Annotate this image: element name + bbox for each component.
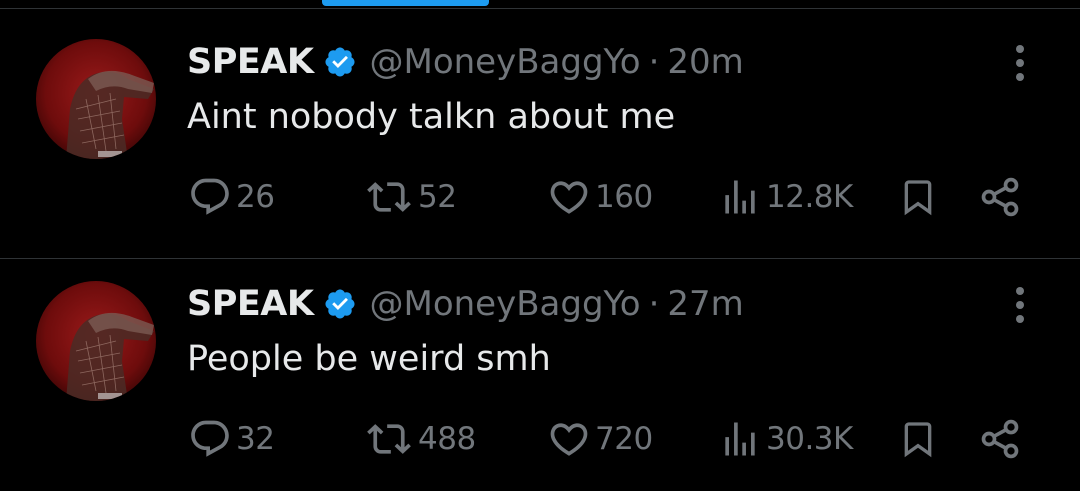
retweet-count: 488 [418, 421, 476, 457]
timestamp[interactable]: 27m [667, 284, 743, 324]
like-icon [550, 181, 588, 214]
tweet-text: People be weird smh [187, 339, 551, 379]
separator: · [648, 284, 660, 324]
tweet-text: Aint nobody talkn about me [187, 97, 676, 137]
verified-badge-icon [323, 287, 357, 321]
views-button[interactable]: 12.8K [718, 175, 853, 219]
reply-count: 26 [236, 179, 275, 215]
like-icon [550, 423, 588, 456]
retweet-button[interactable]: 52 [364, 175, 457, 219]
like-count: 720 [595, 421, 653, 457]
verified-badge-icon [323, 45, 357, 79]
reply-button[interactable]: 26 [188, 175, 275, 219]
share-button[interactable] [978, 175, 1022, 219]
reply-count: 32 [236, 421, 275, 457]
bookmark-button[interactable] [898, 417, 938, 461]
views-icon [725, 422, 755, 456]
like-button[interactable]: 160 [547, 175, 653, 219]
bookmark-button[interactable] [898, 175, 938, 219]
avatar[interactable] [36, 281, 156, 401]
separator: · [648, 42, 660, 82]
active-tab-indicator [322, 0, 489, 6]
share-icon [981, 419, 1019, 459]
handle[interactable]: @MoneyBaggYo [369, 42, 640, 82]
timestamp[interactable]: 20m [667, 42, 743, 82]
views-button[interactable]: 30.3K [718, 417, 853, 461]
view-count: 12.8K [766, 179, 853, 215]
tweet-header: SPEAK @MoneyBaggYo · 20m [187, 39, 744, 85]
bookmark-icon [904, 180, 932, 216]
reply-icon [191, 178, 229, 215]
share-button[interactable] [978, 417, 1022, 461]
retweet-icon [367, 424, 411, 454]
tweet-header: SPEAK @MoneyBaggYo · 27m [187, 281, 744, 327]
reply-icon [191, 420, 229, 457]
view-count: 30.3K [766, 421, 853, 457]
share-icon [981, 177, 1019, 217]
like-button[interactable]: 720 [547, 417, 653, 461]
more-options-icon[interactable] [1010, 43, 1030, 83]
tweet[interactable]: SPEAK @MoneyBaggYo · 20m Aint nobody tal… [0, 9, 1080, 259]
tweet[interactable]: SPEAK @MoneyBaggYo · 27m People be weird… [0, 251, 1080, 491]
bookmark-icon [904, 422, 932, 458]
display-name[interactable]: SPEAK [187, 42, 314, 82]
retweet-button[interactable]: 488 [364, 417, 476, 461]
reply-button[interactable]: 32 [188, 417, 275, 461]
like-count: 160 [595, 179, 653, 215]
display-name[interactable]: SPEAK [187, 284, 314, 324]
retweet-icon [367, 182, 411, 212]
handle[interactable]: @MoneyBaggYo [369, 284, 640, 324]
more-options-icon[interactable] [1010, 285, 1030, 325]
retweet-count: 52 [418, 179, 457, 215]
views-icon [725, 180, 755, 214]
avatar[interactable] [36, 39, 156, 159]
